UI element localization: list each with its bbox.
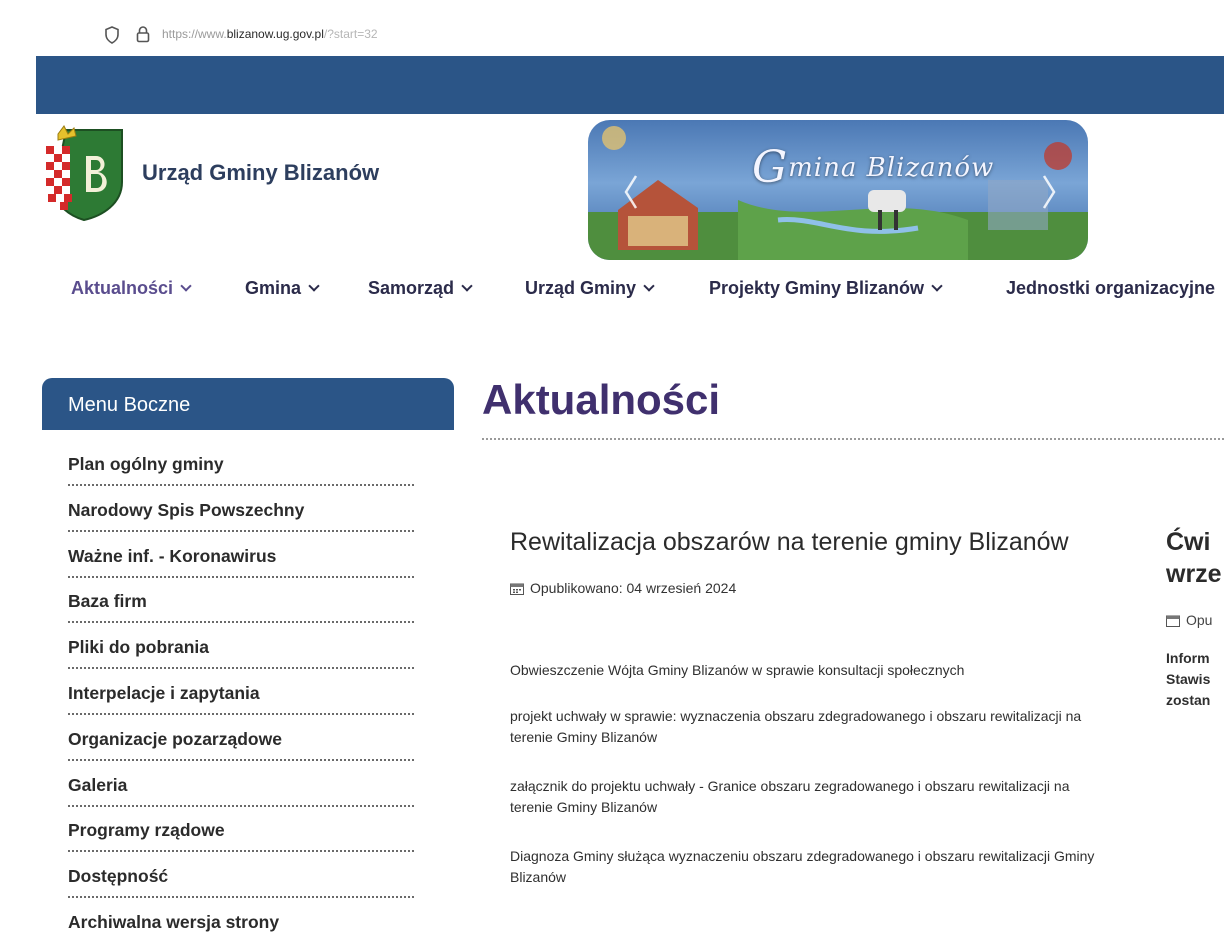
url-query: /?start=32 (323, 27, 378, 41)
chevron-down-icon (308, 280, 320, 292)
sidebar-item[interactable]: Narodowy Spis Powszechny (68, 494, 414, 540)
banner-caption-rest: mina Blizanów (788, 153, 995, 183)
sidebar-item[interactable]: Organizacje pozarządowe (68, 723, 414, 769)
sidebar-item-label: Organizacje pozarządowe (68, 728, 282, 749)
coat-of-arms-logo[interactable] (44, 124, 126, 222)
sidebar-item[interactable]: Pliki do pobrania (68, 631, 414, 677)
main-nav: Aktualności Gmina Samorząd Urząd Gminy P… (0, 278, 1224, 314)
sidebar-heading: Menu Boczne (42, 378, 454, 430)
published-date: Opublikowano: 04 wrzesień 2024 (530, 580, 737, 596)
sidebar-item[interactable]: Baza firm (68, 585, 414, 631)
article-meta: Opublikowano: 04 wrzesień 2024 (510, 580, 1110, 596)
browser-address-bar: https://www.blizanow.ug.gov.pl/?start=32 (0, 0, 1224, 62)
sidebar-item[interactable]: Programy rządowe (68, 814, 414, 860)
nav-item-jednostki[interactable]: Jednostki organizacyjne (1006, 278, 1215, 299)
article-2-meta: Opu (1166, 612, 1224, 628)
banner-caption-initial: G (752, 142, 789, 193)
article-paragraph[interactable]: Diagnoza Gminy służąca wyznaczeniu obsza… (510, 846, 1110, 888)
banner-caption: Gmina Blizanów (752, 142, 994, 193)
sidebar-item-label: Programy rządowe (68, 820, 225, 841)
sidebar-menu: Plan ogólny gminy Narodowy Spis Powszech… (68, 448, 414, 952)
sidebar-item-label: Archiwalna wersja strony (68, 911, 280, 932)
sidebar-item-label: Narodowy Spis Powszechny (68, 499, 305, 520)
sidebar-item-label: Interpelacje i zapytania (68, 682, 260, 703)
nav-item-aktualnosci[interactable]: Aktualności (71, 278, 192, 299)
article-paragraph[interactable]: załącznik do projektu uchwały - Granice … (510, 776, 1110, 818)
nav-item-label: Gmina (245, 278, 302, 298)
calendar-icon (510, 583, 524, 595)
lock-icon[interactable] (136, 25, 150, 43)
article-2-body-line: zostan (1166, 692, 1211, 708)
sidebar-item-label: Baza firm (68, 591, 147, 612)
nav-item-label: Projekty Gminy Blizanów (709, 278, 925, 298)
url-prefix: https://www. (162, 27, 227, 41)
chevron-down-icon (180, 280, 192, 292)
nav-item-label: Jednostki organizacyjne (1006, 278, 1216, 298)
article-2-title-line: wrze (1166, 560, 1222, 588)
nav-item-label: Urząd Gminy (525, 278, 637, 298)
nav-item-label: Aktualności (71, 278, 174, 298)
sidebar-item[interactable]: Ważne inf. - Koronawirus (68, 540, 414, 586)
article-2-body-line: Inform (1166, 650, 1210, 666)
chevron-down-icon (931, 280, 943, 292)
article-paragraph[interactable]: Obwieszczenie Wójta Gminy Blizanów w spr… (510, 660, 964, 681)
nav-item-urzad-gminy[interactable]: Urząd Gminy (525, 278, 655, 299)
title-divider (482, 438, 1224, 440)
sidebar-item-label: Dostępność (68, 866, 169, 887)
sidebar-item[interactable]: Plan ogólny gminy (68, 448, 414, 494)
article-card-2: Ćwi wrze Opu Inform Stawis zostan (1166, 526, 1224, 716)
sidebar-item-label: Plan ogólny gminy (68, 454, 224, 474)
chevron-down-icon (461, 280, 473, 292)
banner-prev-arrow-icon[interactable] (622, 172, 640, 212)
article-paragraph[interactable]: projekt uchwały w sprawie: wyznaczenia o… (510, 706, 1110, 748)
tracking-shield-icon[interactable] (104, 26, 120, 44)
nav-item-projekty[interactable]: Projekty Gminy Blizanów (709, 278, 943, 299)
nav-item-label: Samorząd (368, 278, 455, 298)
sidebar-item-label: Galeria (68, 774, 128, 795)
sidebar-item-label: Ważne inf. - Koronawirus (68, 545, 277, 566)
nav-item-samorzad[interactable]: Samorząd (368, 278, 473, 299)
article-2-body: Inform Stawis zostan (1166, 648, 1224, 711)
site-title[interactable]: Urząd Gminy Blizanów (142, 160, 379, 186)
sidebar-item[interactable]: Galeria (68, 769, 414, 815)
article-2-title[interactable]: Ćwi wrze (1166, 526, 1224, 590)
article-card: Rewitalizacja obszarów na terenie gminy … (510, 526, 1110, 885)
article-2-title-line: Ćwi (1166, 528, 1211, 556)
top-band (36, 56, 1224, 114)
calendar-icon (1166, 615, 1180, 627)
page-title: Aktualności (482, 376, 721, 423)
sidebar-item[interactable]: Archiwalna wersja strony (68, 906, 414, 952)
sidebar-item[interactable]: Interpelacje i zapytania (68, 677, 414, 723)
sidebar-heading-label: Menu Boczne (68, 394, 191, 416)
sidebar-item[interactable]: Dostępność (68, 860, 414, 906)
url-field[interactable]: https://www.blizanow.ug.gov.pl/?start=32 (162, 27, 378, 41)
chevron-down-icon (643, 280, 655, 292)
url-domain: blizanow.ug.gov.pl (226, 27, 324, 41)
nav-item-gmina[interactable]: Gmina (245, 278, 320, 299)
sidebar-item-label: Pliki do pobrania (68, 637, 209, 658)
banner-next-arrow-icon[interactable] (1040, 172, 1058, 212)
article-2-body-line: Stawis (1166, 671, 1211, 687)
article-title[interactable]: Rewitalizacja obszarów na terenie gminy … (510, 526, 1110, 558)
article-2-meta-text: Opu (1186, 612, 1213, 628)
